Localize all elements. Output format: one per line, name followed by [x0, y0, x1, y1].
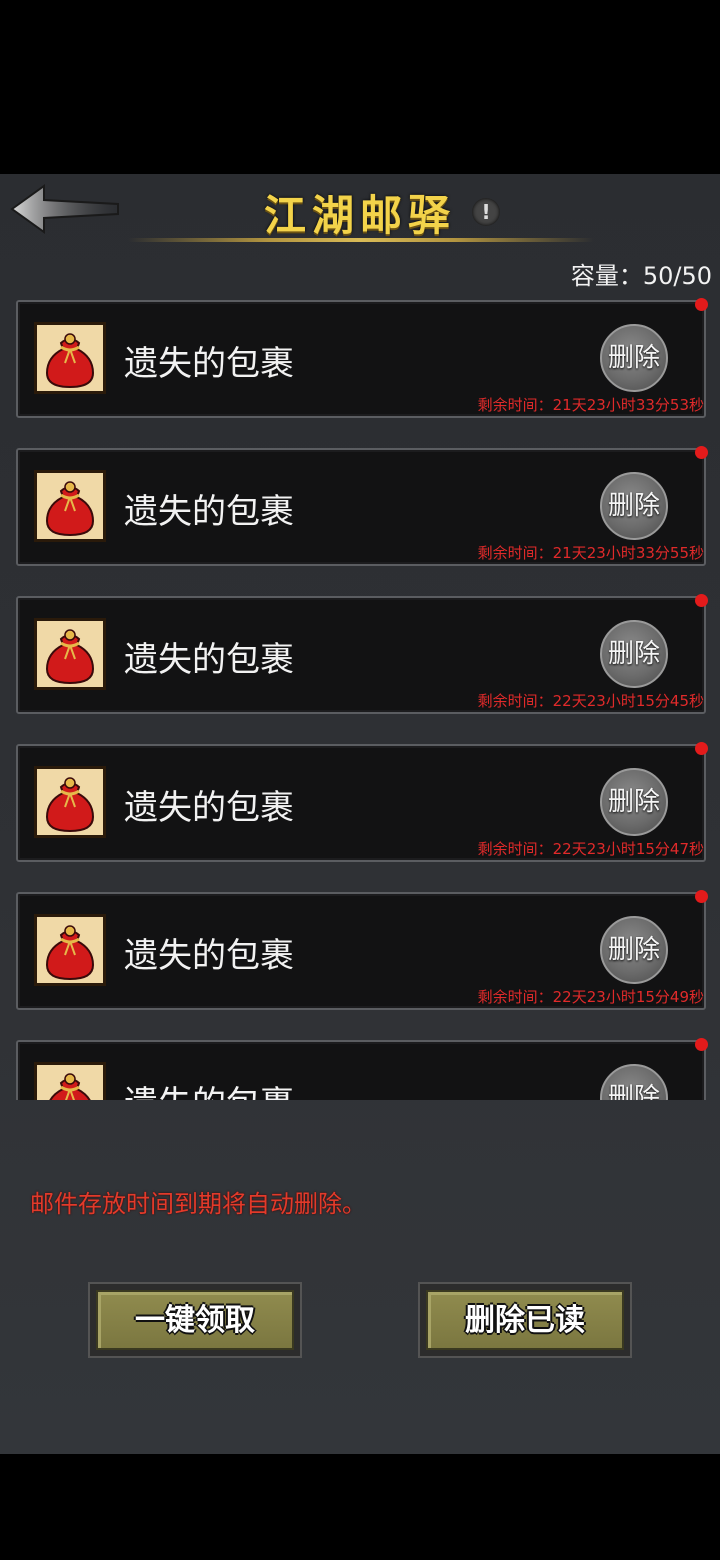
unread-dot — [695, 446, 708, 459]
red-pouch-icon — [34, 1062, 106, 1100]
mail-title: 遗失的包裹 — [124, 492, 294, 532]
mail-title: 遗失的包裹 — [124, 344, 294, 384]
mail-item[interactable]: 遗失的包裹 删除 剩余时间：21天23小时33分55秒 — [16, 446, 708, 566]
red-pouch-icon — [34, 470, 106, 542]
mail-screen: 江湖邮驿 ! 容量：50/50 遗失的包裹 删除 剩余时间：21天23小时33分… — [0, 174, 720, 1454]
mail-title: 遗失的包裹 — [124, 936, 294, 976]
unread-dot — [695, 594, 708, 607]
info-icon[interactable]: ! — [472, 198, 500, 226]
mail-item[interactable]: 遗失的包裹 删除 剩余时间：22天23小时15分49秒 — [16, 890, 708, 1010]
unread-dot — [695, 1038, 708, 1051]
red-pouch-icon — [34, 322, 106, 394]
remaining-time: 剩余时间：22天23小时15分47秒 — [477, 840, 704, 858]
unread-dot — [695, 298, 708, 311]
delete-button[interactable]: 删除 — [600, 620, 668, 688]
capacity-label: 容量：50/50 — [570, 262, 712, 290]
delete-read-button[interactable]: 删除已读 — [418, 1282, 632, 1358]
claim-all-button[interactable]: 一键领取 — [88, 1282, 302, 1358]
red-pouch-icon — [34, 914, 106, 986]
claim-all-label: 一键领取 — [96, 1290, 294, 1350]
mail-title: 遗失的包裹 — [124, 640, 294, 680]
delete-read-label: 删除已读 — [426, 1290, 624, 1350]
mail-item[interactable]: 遗失的包裹 删除 剩余时间：22天23小时15分45秒 — [16, 594, 708, 714]
remaining-time: 剩余时间：21天23小时33分55秒 — [477, 544, 704, 562]
page-title: 江湖邮驿 — [263, 191, 456, 240]
unread-dot — [695, 742, 708, 755]
title-divider — [128, 238, 594, 242]
mail-item[interactable]: 遗失的包裹 删除 — [16, 1038, 708, 1100]
delete-button[interactable]: 删除 — [600, 324, 668, 392]
delete-button[interactable]: 删除 — [600, 768, 668, 836]
delete-button[interactable]: 删除 — [600, 472, 668, 540]
expiry-notice: 邮件存放时间到期将自动删除。 — [30, 1190, 366, 1218]
mail-title: 遗失的包裹 — [124, 1076, 294, 1100]
mail-list[interactable]: 遗失的包裹 删除 剩余时间：21天23小时33分53秒 遗失的包裹 删除 剩余时… — [0, 298, 720, 1100]
red-pouch-icon — [34, 618, 106, 690]
remaining-time: 剩余时间：22天23小时15分45秒 — [477, 692, 704, 710]
unread-dot — [695, 890, 708, 903]
remaining-time: 剩余时间：21天23小时33分53秒 — [477, 396, 704, 414]
red-pouch-icon — [34, 766, 106, 838]
delete-button[interactable]: 删除 — [600, 916, 668, 984]
mail-item[interactable]: 遗失的包裹 删除 剩余时间：22天23小时15分47秒 — [16, 742, 708, 862]
delete-button[interactable]: 删除 — [600, 1064, 668, 1100]
mail-item[interactable]: 遗失的包裹 删除 剩余时间：21天23小时33分53秒 — [16, 298, 708, 418]
remaining-time: 剩余时间：22天23小时15分49秒 — [477, 988, 704, 1006]
mail-title: 遗失的包裹 — [124, 788, 294, 828]
